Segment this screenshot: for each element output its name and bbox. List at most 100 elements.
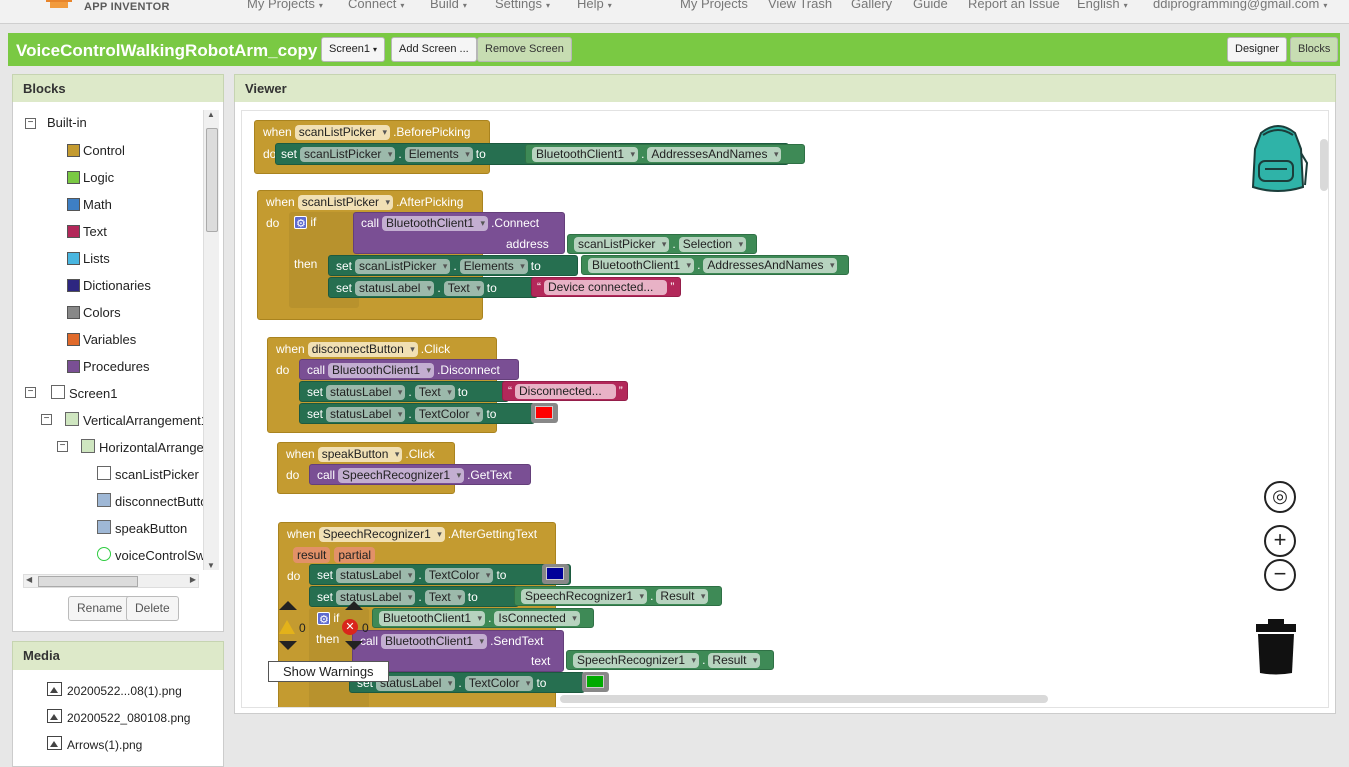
collapse-icon[interactable]: −: [25, 387, 36, 398]
set-block[interactable]: setstatusLabel.TextColorto: [299, 403, 535, 424]
tree-logic[interactable]: Logic: [83, 168, 114, 188]
warning-up-arrow-icon[interactable]: [279, 601, 297, 610]
tree-builtin[interactable]: Built-in: [47, 113, 87, 133]
tree-vertical-scrollbar[interactable]: ▲ ▼: [203, 110, 219, 570]
designer-button[interactable]: Designer: [1227, 37, 1288, 62]
collapse-icon[interactable]: −: [57, 441, 68, 452]
tree-colors[interactable]: Colors: [83, 303, 121, 323]
viewer-panel: whenscanListPicker.BeforePicking do sets…: [234, 102, 1336, 714]
nav-account-menu[interactable]: ddiprogramming@gmail.com ▾: [1153, 0, 1327, 11]
tree-horizontal-scrollbar[interactable]: ◀ ▶: [23, 574, 199, 588]
image-icon: [47, 682, 62, 696]
tree-voice-control-switch[interactable]: voiceControlSwitch: [115, 546, 203, 566]
tree-scan-list-picker[interactable]: scanListPicker: [115, 465, 199, 485]
scroll-left-icon[interactable]: ◀: [26, 575, 32, 584]
top-nav: APP INVENTOR My Projects ▾ Connect ▾ Build…: [0, 0, 1349, 24]
collapse-icon[interactable]: −: [25, 118, 36, 129]
tree-control[interactable]: Control: [83, 141, 125, 161]
tree-text[interactable]: Text: [83, 222, 107, 242]
scroll-down-icon[interactable]: ▼: [207, 561, 215, 570]
call-get-text-block[interactable]: callSpeechRecognizer1.GetText: [309, 464, 531, 485]
set-block[interactable]: setstatusLabel.Textto: [328, 277, 538, 298]
getter-block[interactable]: SpeechRecognizer1.Result: [566, 650, 774, 670]
workspace-horizontal-scrollbar[interactable]: [560, 695, 1048, 703]
blocks-button[interactable]: Blocks: [1290, 37, 1339, 62]
media-file[interactable]: 20200522_080108.png: [47, 709, 190, 725]
scroll-thumb[interactable]: [38, 576, 138, 587]
color-block[interactable]: [531, 403, 558, 423]
project-toolbar: VoiceControlWalkingRobotArm_copy Screen1…: [8, 33, 1340, 66]
tree-dictionaries[interactable]: Dictionaries: [83, 276, 151, 296]
nav-guide-link[interactable]: Guide: [913, 0, 948, 11]
call-connect-block[interactable]: callBluetoothClient1.Connect address: [353, 212, 565, 254]
chevron-down-icon: ▾: [318, 1, 323, 10]
error-up-arrow-icon[interactable]: [345, 601, 363, 610]
tree-vertical-arrangement[interactable]: VerticalArrangement1: [83, 411, 203, 431]
gear-icon[interactable]: [317, 610, 330, 630]
red-color-swatch: [535, 406, 553, 419]
param-partial[interactable]: partial: [334, 547, 376, 563]
trash-icon[interactable]: [1256, 619, 1296, 675]
green-color-swatch: [586, 675, 604, 688]
media-panel: 20200522...08(1).png 20200522_080108.png…: [12, 670, 224, 767]
warning-down-arrow-icon[interactable]: [279, 641, 297, 650]
text-string-block[interactable]: “Disconnected...”: [502, 381, 628, 401]
nav-view-trash-link[interactable]: View Trash: [768, 0, 832, 11]
set-block[interactable]: setstatusLabel.Textto: [309, 586, 519, 607]
color-block[interactable]: [542, 564, 569, 584]
scroll-up-icon[interactable]: ▲: [207, 110, 215, 119]
media-panel-title: Media: [12, 641, 224, 671]
call-disconnect-block[interactable]: callBluetoothClient1.Disconnect: [299, 359, 519, 380]
screen-select[interactable]: Screen1 ▾: [321, 37, 386, 62]
tree-speak-button[interactable]: speakButton: [115, 519, 187, 539]
set-block[interactable]: setstatusLabel.Textto: [299, 381, 509, 402]
param-result[interactable]: result: [293, 547, 331, 563]
nav-settings-menu[interactable]: Settings ▾: [495, 0, 550, 11]
nav-build-menu[interactable]: Build ▾: [430, 0, 467, 11]
media-file[interactable]: 20200522...08(1).png: [47, 682, 182, 698]
remove-screen-button[interactable]: Remove Screen: [477, 37, 572, 62]
zoom-in-icon[interactable]: +: [1264, 525, 1296, 557]
blocks-workspace[interactable]: whenscanListPicker.BeforePicking do sets…: [241, 110, 1329, 708]
error-down-arrow-icon[interactable]: [345, 641, 363, 650]
blocks-tree: − Built-in Control Logic Math Text Lists…: [15, 106, 203, 566]
nav-connect-menu[interactable]: Connect ▾: [348, 0, 404, 11]
nav-help-menu[interactable]: Help ▾: [577, 0, 612, 11]
getter-block[interactable]: scanListPicker.Selection: [567, 234, 757, 254]
collapse-icon[interactable]: −: [41, 414, 52, 425]
getter-block[interactable]: BluetoothClient1.IsConnected: [372, 608, 594, 628]
error-circle-icon: ✕: [342, 619, 358, 635]
scroll-right-icon[interactable]: ▶: [190, 575, 196, 584]
nav-report-issue-link[interactable]: Report an Issue: [968, 0, 1060, 11]
text-string-block[interactable]: “Device connected...”: [531, 277, 681, 297]
rename-button[interactable]: Rename: [68, 596, 132, 621]
nav-my-projects-link[interactable]: My Projects: [680, 0, 748, 11]
tree-disconnect-button[interactable]: disconnectButton: [115, 492, 203, 512]
delete-button[interactable]: Delete: [126, 596, 179, 621]
workspace-vertical-scrollbar[interactable]: [1320, 139, 1328, 191]
tree-lists[interactable]: Lists: [83, 249, 110, 269]
tree-horizontal-arrangement[interactable]: HorizontalArrangement1: [99, 438, 203, 458]
show-warnings-button[interactable]: Show Warnings: [268, 661, 389, 682]
logic-swatch-icon: [67, 171, 80, 184]
getter-block[interactable]: BluetoothClient1.AddressesAndNames: [525, 144, 805, 164]
tree-math[interactable]: Math: [83, 195, 112, 215]
add-screen-button[interactable]: Add Screen ...: [391, 37, 477, 62]
color-block[interactable]: [582, 672, 609, 692]
tree-screen1[interactable]: Screen1: [69, 384, 117, 404]
zoom-out-icon[interactable]: −: [1264, 559, 1296, 591]
getter-block[interactable]: SpeechRecognizer1.Result: [514, 586, 722, 606]
tree-procedures[interactable]: Procedures: [83, 357, 149, 377]
set-block[interactable]: setstatusLabel.TextColorto: [309, 564, 571, 585]
recenter-icon[interactable]: ◎: [1264, 481, 1296, 513]
scroll-thumb[interactable]: [206, 128, 218, 232]
backpack-icon[interactable]: [1247, 123, 1309, 193]
nav-my-projects-menu[interactable]: My Projects ▾: [247, 0, 323, 11]
getter-block[interactable]: BluetoothClient1.AddressesAndNames: [581, 255, 849, 275]
gear-icon[interactable]: [294, 214, 307, 234]
set-block[interactable]: setscanListPicker.Elementsto: [328, 255, 578, 276]
tree-variables[interactable]: Variables: [83, 330, 136, 350]
media-file[interactable]: Arrows(1).png: [47, 736, 142, 752]
nav-language-menu[interactable]: English ▾: [1077, 0, 1128, 11]
nav-gallery-link[interactable]: Gallery: [851, 0, 892, 11]
